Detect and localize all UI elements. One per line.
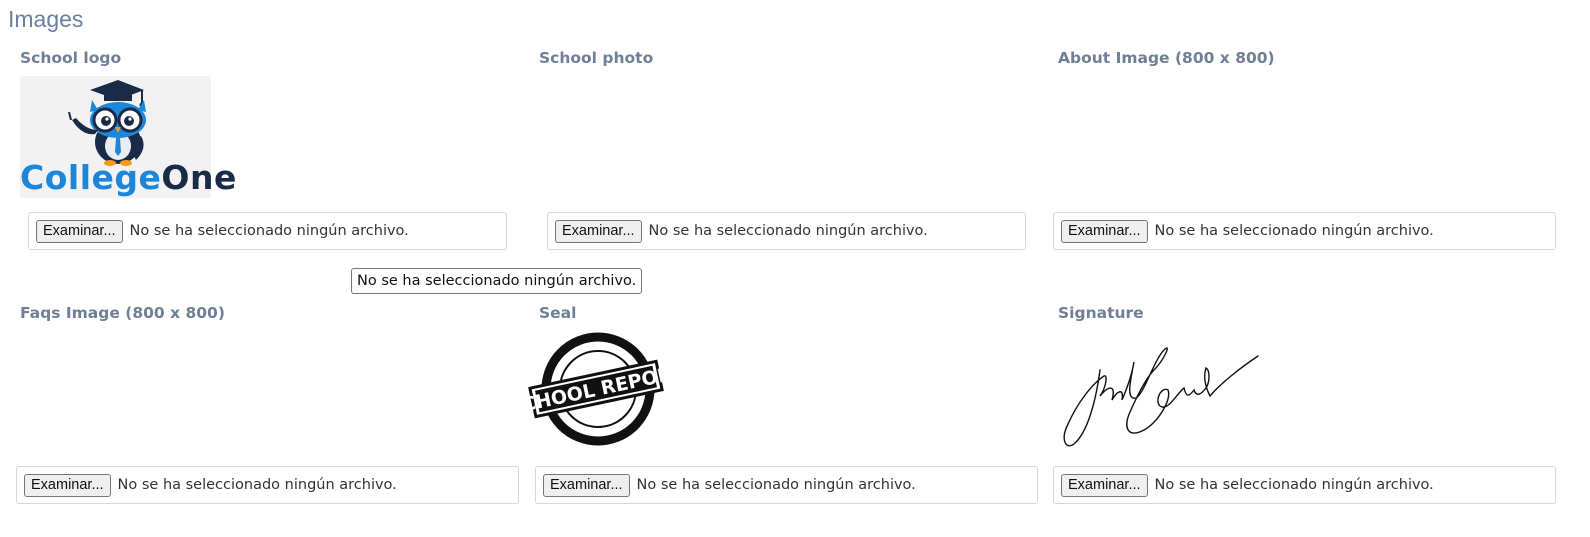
seal-image: SCHOOL REPORT [506, 327, 686, 453]
faqs-image-label: Faqs Image (800 x 800) [20, 304, 225, 322]
signature-image [1060, 340, 1265, 452]
school-photo-label: School photo [539, 49, 654, 67]
browse-button[interactable]: Examinar... [36, 219, 123, 243]
file-status: No se ha seleccionado ningún archivo. [1154, 477, 1434, 493]
browse-button[interactable]: Examinar... [1061, 219, 1148, 243]
browse-button[interactable]: Examinar... [543, 473, 630, 497]
browse-button[interactable]: Examinar... [24, 473, 111, 497]
school-photo-file-input[interactable]: Examinar... No se ha seleccionado ningún… [547, 212, 1026, 250]
about-image-file-input[interactable]: Examinar... No se ha seleccionado ningún… [1053, 212, 1556, 250]
school-report-stamp-icon: SCHOOL REPORT [506, 332, 686, 446]
section-title: Images [8, 6, 84, 32]
file-status: No se ha seleccionado ningún archivo. [1154, 223, 1434, 239]
browse-button[interactable]: Examinar... [555, 219, 642, 243]
seal-file-input[interactable]: Examinar... No se ha seleccionado ningún… [535, 466, 1038, 504]
handwritten-signature [1063, 347, 1259, 447]
signature-label: Signature [1058, 304, 1144, 322]
seal-label: Seal [539, 304, 577, 322]
faqs-image-file-input[interactable]: Examinar... No se ha seleccionado ningún… [16, 466, 519, 504]
school-logo-file-input[interactable]: Examinar... No se ha seleccionado ningún… [28, 212, 507, 250]
school-logo-label: School logo [20, 49, 122, 67]
file-status: No se ha seleccionado ningún archivo. [648, 223, 928, 239]
file-input-tooltip: No se ha seleccionado ningún archivo. [351, 268, 643, 294]
college-one-wordmark: CollegeOne [20, 158, 237, 197]
browse-button[interactable]: Examinar... [1061, 473, 1148, 497]
file-status: No se ha seleccionado ningún archivo. [117, 477, 397, 493]
file-status: No se ha seleccionado ningún archivo. [129, 223, 409, 239]
file-status: No se ha seleccionado ningún archivo. [636, 477, 916, 493]
signature-file-input[interactable]: Examinar... No se ha seleccionado ningún… [1053, 466, 1556, 504]
about-image-label: About Image (800 x 800) [1058, 49, 1275, 67]
